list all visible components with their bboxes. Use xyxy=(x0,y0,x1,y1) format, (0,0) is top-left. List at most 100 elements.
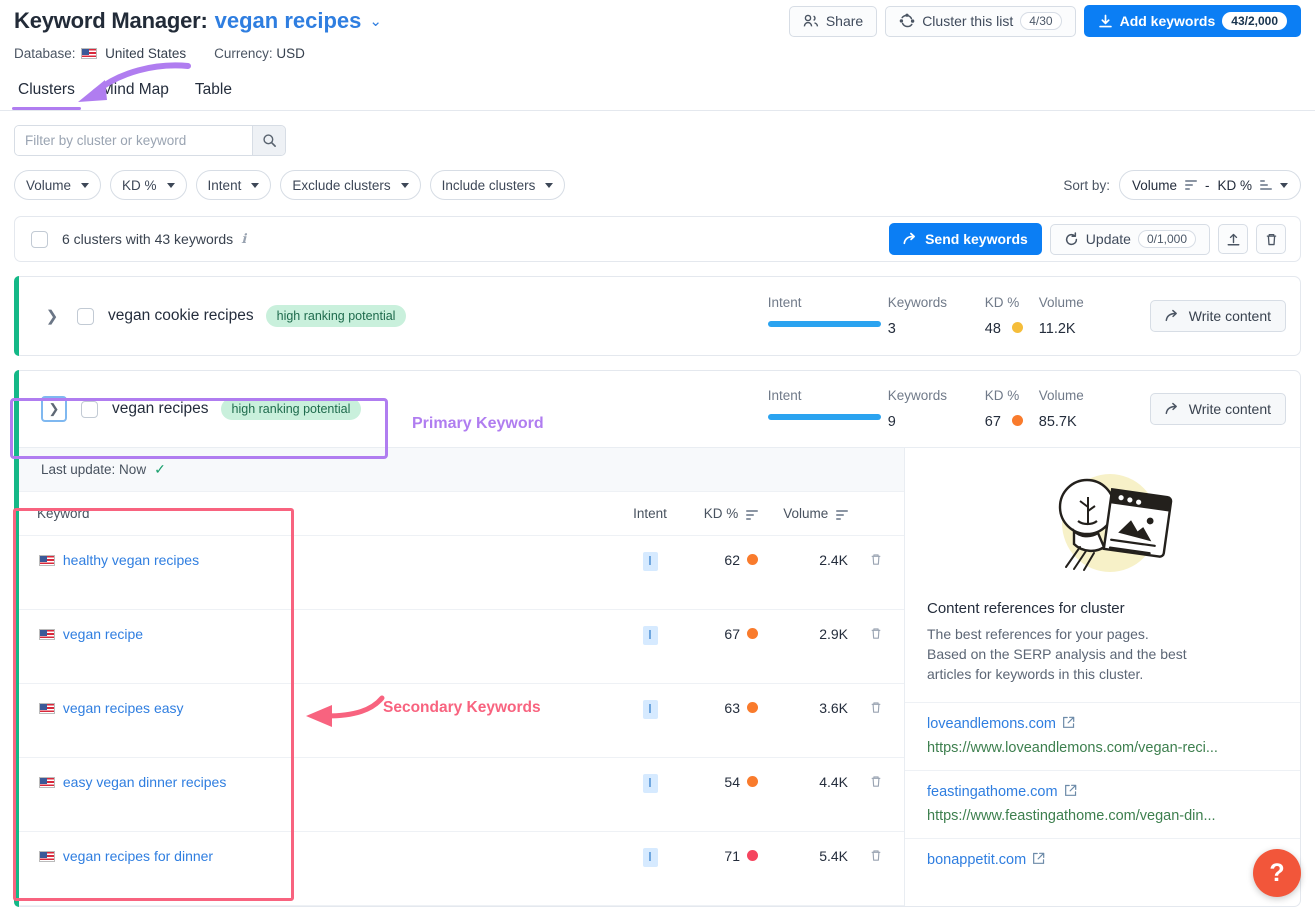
reference-url[interactable]: https://www.loveandlemons.com/vegan-reci… xyxy=(927,740,1278,756)
delete-button[interactable] xyxy=(1256,224,1286,254)
tab-mind-map[interactable]: Mind Map xyxy=(101,81,169,110)
trash-icon xyxy=(871,776,881,787)
chevron-down-icon xyxy=(251,182,260,188)
reference-item[interactable]: feastingathome.com https://www.feastingat… xyxy=(905,769,1300,838)
col-spacer xyxy=(353,492,620,536)
reference-url[interactable]: https://www.feastingathome.com/vegan-din… xyxy=(927,808,1278,824)
keyword-link[interactable]: easy vegan dinner recipes xyxy=(63,774,226,790)
cell-delete[interactable] xyxy=(848,535,904,610)
meta-row: Database: United States Currency: USD xyxy=(14,46,1301,61)
cluster-this-list-button[interactable]: Cluster this list 4/30 xyxy=(885,5,1076,37)
page-title-keyword[interactable]: vegan recipes xyxy=(215,8,362,34)
keyword-link[interactable]: vegan recipes for dinner xyxy=(63,848,213,864)
reference-domain[interactable]: feastingathome.com xyxy=(927,784,1278,800)
table-row[interactable]: vegan recipe I 67 2.9K xyxy=(15,609,904,684)
volume-value: 4.4K xyxy=(819,774,848,790)
kd-value: 63 xyxy=(724,700,740,716)
cell-delete[interactable] xyxy=(848,609,904,684)
currency-info: Currency: USD xyxy=(214,46,305,61)
search-button[interactable] xyxy=(252,126,285,155)
cluster-checkbox[interactable] xyxy=(77,307,94,325)
keyword-link[interactable]: vegan recipe xyxy=(63,626,143,642)
cell-delete[interactable] xyxy=(848,831,904,906)
col-volume[interactable]: Volume xyxy=(758,492,848,536)
reference-item[interactable]: loveandlemons.com https://www.loveandlemo… xyxy=(905,701,1300,770)
cluster-checkbox[interactable] xyxy=(81,400,98,418)
metric-intent: Intent xyxy=(767,388,888,420)
table-row[interactable]: vegan recipes for dinner I 71 5.4K xyxy=(15,831,904,906)
cluster-header[interactable]: ❯ vegan cookie recipes high ranking pote… xyxy=(15,277,1300,355)
intent-tag: I xyxy=(642,848,658,867)
filter-volume[interactable]: Volume xyxy=(14,170,102,200)
references-subtitle: The best references for your pages. Base… xyxy=(905,617,1300,702)
references-subtitle-line-2: Based on the SERP analysis and the best xyxy=(927,645,1187,662)
write-content-label: Write content xyxy=(1188,401,1271,417)
send-arrow-icon xyxy=(1165,309,1177,322)
collapse-chevron-icon[interactable]: ❯ xyxy=(41,396,67,422)
kd-severity-dot xyxy=(747,776,758,787)
sort-control[interactable]: Volume - KD % xyxy=(1118,170,1301,200)
cell-kd: 54 xyxy=(680,757,758,832)
us-flag-icon xyxy=(39,629,55,640)
keyword-link[interactable]: healthy vegan recipes xyxy=(63,552,199,568)
cell-delete[interactable] xyxy=(848,757,904,832)
sort-desc-icon xyxy=(1184,180,1197,190)
search-input[interactable] xyxy=(15,126,252,155)
send-keywords-button[interactable]: Send keywords xyxy=(889,223,1042,255)
cluster-card[interactable]: ❯ vegan recipes high ranking potential I… xyxy=(14,370,1301,907)
external-link-icon xyxy=(1033,852,1045,864)
reference-domain[interactable]: bonappetit.com xyxy=(927,852,1278,868)
filter-include-clusters[interactable]: Include clusters xyxy=(429,170,566,200)
tab-clusters[interactable]: Clusters xyxy=(12,81,81,110)
cell-delete[interactable] xyxy=(848,683,904,758)
table-row[interactable]: healthy vegan recipes I 62 2.4K xyxy=(15,535,904,610)
cluster-metrics: Intent Keywords 9 KD % 67 Volume 85.7K W… xyxy=(767,388,1286,430)
add-keywords-button[interactable]: Add keywords 43/2,000 xyxy=(1083,5,1301,37)
kd-severity-dot xyxy=(747,850,758,861)
col-kd[interactable]: KD % xyxy=(680,492,758,536)
reference-domain[interactable]: loveandlemons.com xyxy=(927,716,1278,732)
table-row[interactable]: vegan recipes easy I 63 3.6K xyxy=(15,683,904,758)
cell-intent: I xyxy=(620,831,680,906)
info-icon[interactable]: ℹ xyxy=(241,231,246,247)
update-count: 0/1,000 xyxy=(1137,230,1196,248)
filter-search[interactable] xyxy=(14,125,286,156)
chevron-down-icon[interactable]: ⌄ xyxy=(369,12,382,30)
col-actions xyxy=(848,492,904,536)
keyword-link[interactable]: vegan recipes easy xyxy=(63,700,184,716)
currency-label: Currency: xyxy=(214,46,273,61)
metric-keywords-value: 9 xyxy=(887,414,896,430)
cell-spacer xyxy=(353,683,620,758)
trash-icon xyxy=(871,702,881,713)
volume-value: 5.4K xyxy=(819,848,848,864)
reference-item[interactable]: bonappetit.com xyxy=(905,837,1300,882)
table-row[interactable]: easy vegan dinner recipes I 54 4.4K xyxy=(15,757,904,832)
cell-volume: 5.4K xyxy=(758,831,848,906)
cell-intent: I xyxy=(620,757,680,832)
help-button[interactable]: ? xyxy=(1253,849,1301,897)
cluster-header[interactable]: ❯ vegan recipes high ranking potential I… xyxy=(15,371,1300,447)
last-update-label: Last update: Now xyxy=(41,462,147,477)
filter-exclude-clusters[interactable]: Exclude clusters xyxy=(280,170,421,200)
trash-icon xyxy=(871,628,881,639)
filter-kd[interactable]: KD % xyxy=(110,170,187,200)
expand-chevron-icon[interactable]: ❯ xyxy=(41,307,63,325)
write-content-label: Write content xyxy=(1188,308,1271,324)
cluster-card[interactable]: ❯ vegan cookie recipes high ranking pote… xyxy=(14,276,1301,356)
sort-primary-label: Volume xyxy=(1131,177,1177,193)
tab-table[interactable]: Table xyxy=(195,81,232,110)
write-content-button[interactable]: Write content xyxy=(1149,393,1286,425)
share-button[interactable]: Share xyxy=(788,5,878,37)
export-button[interactable] xyxy=(1218,224,1248,254)
filter-intent[interactable]: Intent xyxy=(195,170,272,200)
write-content-button[interactable]: Write content xyxy=(1149,300,1286,332)
update-button[interactable]: Update 0/1,000 xyxy=(1049,223,1210,255)
us-flag-icon xyxy=(39,777,55,788)
cell-keyword: healthy vegan recipes xyxy=(15,535,353,610)
select-all-checkbox[interactable] xyxy=(31,230,48,248)
kd-severity-dot xyxy=(1011,415,1023,426)
metric-volume-label: Volume xyxy=(1038,388,1084,403)
filter-kd-label: KD % xyxy=(122,177,157,193)
metric-kd-value: 67 xyxy=(984,414,1001,430)
sort-asc-icon xyxy=(1260,180,1272,190)
